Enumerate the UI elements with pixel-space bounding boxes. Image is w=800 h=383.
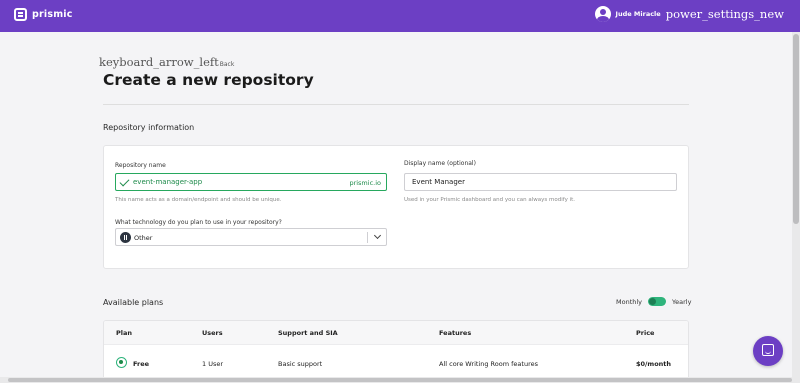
vertical-scrollbar[interactable] xyxy=(792,32,800,377)
back-link[interactable]: keyboard_arrow_left Back xyxy=(99,55,234,69)
yearly-label[interactable]: Yearly xyxy=(672,298,691,306)
monthly-label[interactable]: Monthly xyxy=(616,298,642,306)
plans-table: Plan Users Support and SIA Features Pric… xyxy=(103,320,689,380)
horizontal-scrollbar[interactable] xyxy=(0,377,800,383)
repo-info-heading: Repository information xyxy=(103,123,195,132)
top-bar: prismic Jude Miracle power_settings_new xyxy=(0,0,800,32)
prismic-logo[interactable]: prismic xyxy=(14,8,73,21)
display-name-helper: Used in your Prismic dashboard and you c… xyxy=(404,197,575,203)
repo-name-label: Repository name xyxy=(115,162,166,169)
repo-info-card xyxy=(103,145,689,269)
chevron-down-icon[interactable] xyxy=(373,231,382,240)
column-header-price: Price xyxy=(636,329,655,337)
back-label: Back xyxy=(219,61,235,68)
technology-select[interactable]: Other xyxy=(115,228,387,246)
divider xyxy=(103,104,689,105)
page-title: Create a new repository xyxy=(103,71,314,89)
horizontal-scroll-thumb[interactable] xyxy=(8,378,792,382)
column-header-support: Support and SIA xyxy=(278,329,338,337)
column-header-users: Users xyxy=(202,329,223,337)
chat-icon xyxy=(762,344,774,356)
display-name-label: Display name (optional) xyxy=(404,160,476,167)
technology-value: Other xyxy=(134,234,153,242)
plan-radio-icon[interactable] xyxy=(116,357,127,368)
repo-name-helper: This name acts as a domain/endpoint and … xyxy=(115,197,282,203)
plan-users: 1 User xyxy=(202,360,224,368)
technology-label: What technology do you plan to use in yo… xyxy=(115,219,282,226)
plans-table-header: Plan Users Support and SIA Features Pric… xyxy=(104,321,688,345)
select-separator xyxy=(367,232,368,243)
plan-name: Free xyxy=(133,360,150,368)
keyboard-arrow-left-icon: keyboard_arrow_left xyxy=(99,55,219,69)
display-name-input[interactable]: Event Manager xyxy=(404,173,677,191)
technology-icon xyxy=(120,232,131,243)
check-icon xyxy=(120,177,127,188)
user-menu: Jude Miracle power_settings_new xyxy=(594,6,784,22)
repo-name-input[interactable]: event-manager-app prismic.io xyxy=(115,173,387,191)
user-name: Jude Miracle xyxy=(615,10,661,18)
plan-features: All core Writing Room features xyxy=(439,360,538,368)
power-settings-icon[interactable]: power_settings_new xyxy=(666,7,784,21)
prismic-logo-icon xyxy=(14,8,27,21)
billing-toggle-group: Monthly Yearly xyxy=(616,297,691,306)
vertical-scroll-thumb[interactable] xyxy=(793,34,799,224)
logo-text: prismic xyxy=(32,9,73,20)
chat-launcher-button[interactable] xyxy=(753,336,783,366)
repo-domain-suffix: prismic.io xyxy=(349,179,381,187)
plans-heading: Available plans xyxy=(103,298,164,307)
display-name-value: Event Manager xyxy=(412,178,465,186)
column-header-plan: Plan xyxy=(116,329,133,337)
avatar-icon[interactable] xyxy=(594,6,611,22)
billing-toggle[interactable] xyxy=(648,297,667,306)
plan-support: Basic support xyxy=(278,360,323,368)
column-header-features: Features xyxy=(439,329,472,337)
repo-name-value: event-manager-app xyxy=(133,178,203,186)
plan-price: $0/month xyxy=(636,360,672,368)
